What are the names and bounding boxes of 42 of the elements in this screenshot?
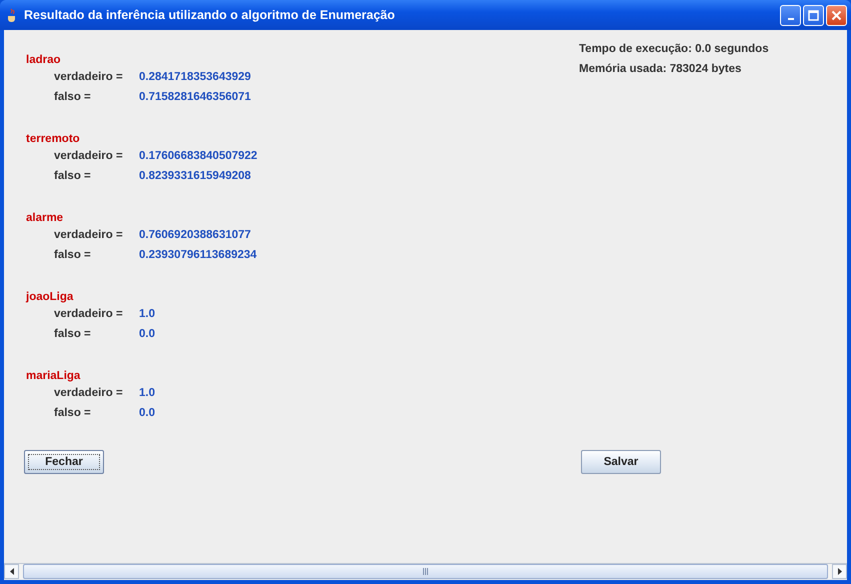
state-label: verdadeiro = — [54, 387, 124, 399]
state-label: falso = — [54, 91, 92, 103]
variable-name: mariaLiga — [26, 369, 82, 383]
maximize-button[interactable] — [803, 4, 824, 26]
dialog-button[interactable]: Salvar — [581, 450, 661, 474]
right-arrow-icon — [838, 568, 842, 575]
state-label: falso = — [54, 249, 92, 261]
dialog-button[interactable]: Fechar — [24, 450, 104, 474]
window-title: Resultado da inferência utilizando o algoritmo de Enumeração — [24, 8, 396, 22]
info-text: Tempo de execução: 0.0 segundos — [579, 42, 770, 57]
probability-value: 0.17606683840507922 — [139, 150, 258, 162]
coffee-cup-icon — [6, 8, 18, 22]
state-label: falso = — [54, 170, 92, 182]
probability-value: 0.7158281646356071 — [139, 91, 251, 103]
grip-icon — [423, 568, 428, 575]
state-label: falso = — [54, 328, 92, 340]
scroll-left-button[interactable] — [4, 564, 19, 579]
info-text: Memória usada: 783024 bytes — [579, 62, 742, 77]
close-button[interactable] — [826, 4, 847, 26]
state-label: verdadeiro = — [54, 71, 124, 83]
state-label: verdadeiro = — [54, 308, 124, 320]
maximize-icon — [808, 10, 819, 20]
left-arrow-icon — [10, 568, 14, 575]
state-label: falso = — [54, 407, 92, 419]
probability-value: 1.0 — [139, 387, 155, 399]
minimize-icon — [788, 18, 794, 20]
probability-value: 0.8239331615949208 — [139, 170, 251, 182]
minimize-button[interactable] — [780, 4, 801, 26]
variable-name: terremoto — [26, 132, 81, 146]
probability-value: 0.2841718353643929 — [139, 71, 251, 83]
probability-value: 0.7606920388631077 — [139, 229, 251, 241]
state-label: verdadeiro = — [54, 150, 124, 162]
close-icon — [831, 10, 842, 20]
state-label: verdadeiro = — [54, 229, 124, 241]
variable-name: joaoLiga — [26, 290, 74, 304]
variable-name: alarme — [26, 211, 64, 225]
probability-value: 0.23930796113689234 — [139, 249, 257, 261]
scroll-right-button[interactable] — [832, 564, 847, 579]
probability-value: 0.0 — [139, 407, 155, 419]
probability-value: 0.0 — [139, 328, 155, 340]
variable-name: ladrao — [26, 53, 62, 67]
probability-value: 1.0 — [139, 308, 155, 320]
